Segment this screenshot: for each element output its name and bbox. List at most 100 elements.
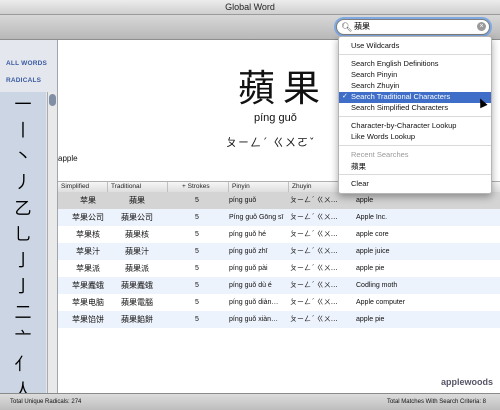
radical-item[interactable]: 乚 — [0, 222, 46, 248]
table-row[interactable]: 苹果电脑 蘋果電腦 5 píng guǒ diàn… ㄆㄧㄥˊ ㄍㄨ… Apple com… — [58, 294, 500, 311]
cell-traditional: 蘋果派 — [125, 264, 149, 273]
search-options-menu: Use Wildcards Search English Definitions… — [338, 36, 492, 194]
cell-english: apple juice — [356, 248, 390, 255]
table-row[interactable]: 苹果公司 蘋果公司 5 Píng guǒ Gōng sī ㄆㄧㄥˊ ㄍㄨ… Apple I… — [58, 209, 500, 226]
cell-simplified: 苹果电脑 — [72, 298, 104, 307]
radical-list-scrollbar[interactable] — [47, 92, 57, 393]
cell-pinyin: píng guǒ xiàn… — [229, 316, 279, 323]
radical-item[interactable]: 丨 — [0, 118, 46, 144]
search-icon[interactable]: 🔍︎ — [341, 20, 352, 34]
menu-item-search-english[interactable]: Search English Definitions — [351, 59, 439, 68]
menu-item-label: Search Traditional Characters — [351, 92, 451, 101]
cell-traditional: 蘋果 — [129, 196, 145, 205]
cell-zhuyin: ㄆㄧㄥˊ ㄍㄨ… — [290, 247, 338, 255]
cell-traditional: 蘋果公司 — [121, 213, 153, 222]
menu-item-search-traditional[interactable]: ✓ Search Traditional Characters — [339, 92, 491, 103]
radical-item[interactable]: 乙 — [0, 196, 46, 222]
cell-simplified: 苹果馅饼 — [72, 315, 104, 324]
cell-zhuyin: ㄆㄧㄥˊ ㄍㄨ… — [290, 315, 338, 323]
cell-simplified: 苹果蠹蛾 — [72, 281, 104, 290]
radical-item[interactable]: 二 — [0, 300, 46, 326]
cell-traditional: 蘋果餡餅 — [121, 315, 153, 324]
radical-item[interactable]: 亻 — [0, 352, 46, 378]
radical-item[interactable]: 丶 — [0, 144, 46, 170]
col-strokes[interactable]: + Strokes — [168, 182, 229, 192]
status-bar: Total Unique Radicals: 274 Total Matches… — [0, 393, 500, 410]
cell-traditional: 蘋果核 — [125, 230, 149, 239]
radical-item[interactable]: 一 — [0, 92, 46, 118]
scrollbar-thumb[interactable] — [49, 94, 56, 106]
cell-pinyin: píng guǒ hé — [229, 231, 266, 238]
cell-zhuyin: ㄆㄧㄥˊ ㄍㄨ… — [290, 281, 338, 289]
menu-item-search-simplified[interactable]: Search Simplified Characters — [351, 103, 448, 112]
detail-zhuyin: ㄆㄧㄥˊ ㄍㄨㄛˇ — [226, 136, 316, 149]
cell-strokes: 5 — [195, 299, 199, 306]
table-row[interactable]: 苹果 蘋果 5 píng guǒ ㄆㄧㄥˊ ㄍㄨ… apple — [58, 192, 500, 209]
cell-pinyin: píng guǒ diàn… — [229, 299, 279, 306]
cell-zhuyin: ㄆㄧㄥˊ ㄍㄨ… — [290, 196, 338, 204]
cell-pinyin: píng guǒ dù é — [229, 282, 272, 289]
menu-separator — [339, 54, 491, 55]
clear-search-icon[interactable]: × — [477, 22, 486, 31]
cell-simplified: 苹果汁 — [76, 247, 100, 256]
cell-english: Apple computer — [356, 299, 406, 306]
menu-item-use-wildcards[interactable]: Use Wildcards — [351, 41, 399, 50]
cell-english: Codling moth — [356, 282, 398, 289]
cell-strokes: 5 — [195, 231, 199, 238]
menu-item-clear[interactable]: Clear — [351, 179, 369, 188]
menu-heading-recent-searches: Recent Searches — [351, 150, 409, 159]
cell-english: apple pie — [356, 265, 385, 272]
detail-characters: 蘋果 — [238, 67, 328, 110]
radical-list[interactable]: 一丨丶丿乙乚亅亅二亠亻人 — [0, 92, 46, 393]
cell-strokes: 5 — [195, 197, 199, 204]
sidebar-item-all-words[interactable]: ALL WORDS — [6, 60, 47, 67]
checkmark-icon: ✓ — [342, 93, 348, 100]
status-match-count: Total Matches With Search Criteria: 8 — [386, 399, 486, 405]
cell-zhuyin: ㄆㄧㄥˊ ㄍㄨ… — [290, 264, 338, 272]
search-input[interactable] — [354, 21, 472, 32]
radical-item[interactable]: 亅 — [0, 248, 46, 274]
radical-item[interactable]: 人 — [0, 378, 46, 393]
cell-english: apple core — [356, 231, 389, 238]
col-pinyin[interactable]: Pinyin — [229, 182, 289, 192]
cell-zhuyin: ㄆㄧㄥˊ ㄍㄨ… — [290, 213, 338, 221]
menu-item-search-zhuyin[interactable]: Search Zhuyin — [351, 81, 399, 90]
menu-item-like-words[interactable]: Like Words Lookup — [351, 132, 415, 141]
detail-pinyin: píng guǒ — [254, 112, 297, 124]
radical-item[interactable]: 亅 — [0, 274, 46, 300]
cell-traditional: 蘋果蠹蛾 — [121, 281, 153, 290]
cell-english: apple — [356, 197, 374, 204]
col-simplified[interactable]: Simplified — [58, 182, 108, 192]
radical-item[interactable]: 亠 — [0, 326, 46, 352]
radical-item[interactable]: 丿 — [0, 170, 46, 196]
results-table: 苹果 蘋果 5 píng guǒ ㄆㄧㄥˊ ㄍㄨ… apple 苹果公司 蘋果公司 5 Píng … — [58, 192, 500, 328]
menu-separator — [339, 145, 491, 146]
table-row[interactable]: 苹果派 蘋果派 5 píng guǒ pài ㄆㄧㄥˊ ㄍㄨ… apple pie — [58, 260, 500, 277]
cell-english: apple pie — [356, 316, 385, 323]
table-row[interactable]: 苹果馅饼 蘋果餡餅 5 píng guǒ xiàn… ㄆㄧㄥˊ ㄍㄨ… apple pie — [58, 311, 500, 328]
cell-simplified: 苹果公司 — [72, 213, 104, 222]
cell-strokes: 5 — [195, 282, 199, 289]
status-radical-count: Total Unique Radicals: 274 — [10, 399, 82, 405]
sidebar: ALL WORDS RADICALS 一丨丶丿乙乚亅亅二亠亻人 — [0, 40, 58, 393]
menu-separator — [339, 116, 491, 117]
cell-zhuyin: ㄆㄧㄥˊ ㄍㄨ… — [290, 230, 338, 238]
cell-strokes: 5 — [195, 214, 199, 221]
menu-item-char-lookup[interactable]: Character-by-Character Lookup — [351, 121, 456, 130]
detail-definition: apple — [58, 154, 78, 163]
menu-item-search-pinyin[interactable]: Search Pinyin — [351, 70, 397, 79]
cell-english: Apple Inc. — [356, 214, 388, 221]
cell-pinyin: píng guǒ — [229, 197, 257, 204]
table-row[interactable]: 苹果核 蘋果核 5 píng guǒ hé ㄆㄧㄥˊ ㄍㄨ… apple core — [58, 226, 500, 243]
cell-simplified: 苹果派 — [76, 264, 100, 273]
cell-strokes: 5 — [195, 248, 199, 255]
cell-pinyin: Píng guǒ Gōng sī — [229, 214, 284, 221]
menu-item-recent-search[interactable]: 蘋果 — [351, 161, 366, 172]
sidebar-item-radicals[interactable]: RADICALS — [6, 77, 41, 84]
col-traditional[interactable]: Traditional — [108, 182, 168, 192]
cell-zhuyin: ㄆㄧㄥˊ ㄍㄨ… — [290, 298, 338, 306]
search-field[interactable]: 🔍︎ × — [336, 19, 490, 35]
cell-strokes: 5 — [195, 265, 199, 272]
table-row[interactable]: 苹果蠹蛾 蘋果蠹蛾 5 píng guǒ dù é ㄆㄧㄥˊ ㄍㄨ… Codling mo… — [58, 277, 500, 294]
table-row[interactable]: 苹果汁 蘋果汁 5 píng guǒ zhī ㄆㄧㄥˊ ㄍㄨ… apple juice — [58, 243, 500, 260]
